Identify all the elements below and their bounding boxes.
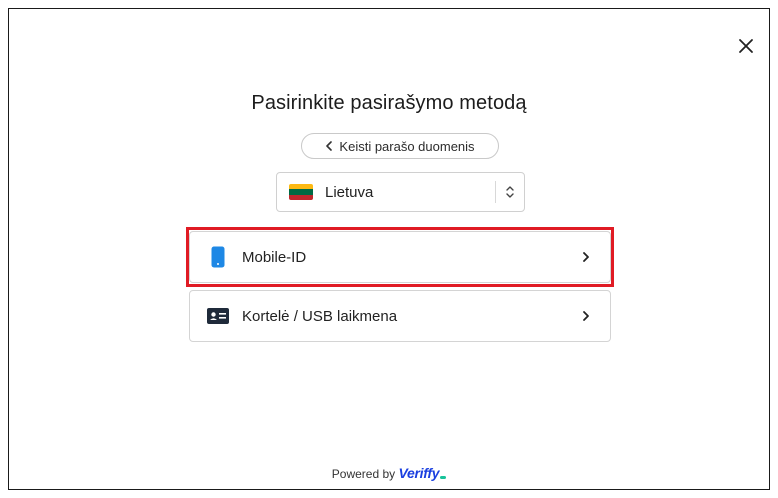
powered-by-footer: Powered by Veriffy [9,465,769,481]
back-button-label: Keisti parašo duomenis [339,138,475,154]
select-arrows-icon [496,185,524,199]
method-card-usb[interactable]: Kortelė / USB laikmena [189,290,611,342]
id-card-icon [206,308,230,324]
method-label: Kortelė / USB laikmena [242,307,398,325]
method-mobile-id[interactable]: Mobile-ID [189,231,611,283]
lithuania-flag-icon [289,184,313,200]
page: Pasirinkite pasirašymo metodą Keisti par… [0,0,778,498]
chevron-left-icon [325,139,333,154]
signing-method-dialog: Pasirinkite pasirašymo metodą Keisti par… [8,8,770,490]
method-label: Mobile-ID [242,248,307,266]
country-select-value: Lietuva [325,183,374,201]
close-icon[interactable] [735,35,757,57]
chevron-right-icon [582,309,594,323]
veriffy-logo: Veriffy [398,465,440,481]
country-select[interactable]: Lietuva [276,172,525,212]
chevron-right-icon [582,250,594,264]
dialog-title: Pasirinkite pasirašymo metodą [251,92,527,114]
logo-dot [440,476,447,479]
powered-by-text: Powered by [331,467,396,481]
change-signature-data-button[interactable]: Keisti parašo duomenis [301,133,499,159]
mobile-phone-icon [206,246,230,268]
